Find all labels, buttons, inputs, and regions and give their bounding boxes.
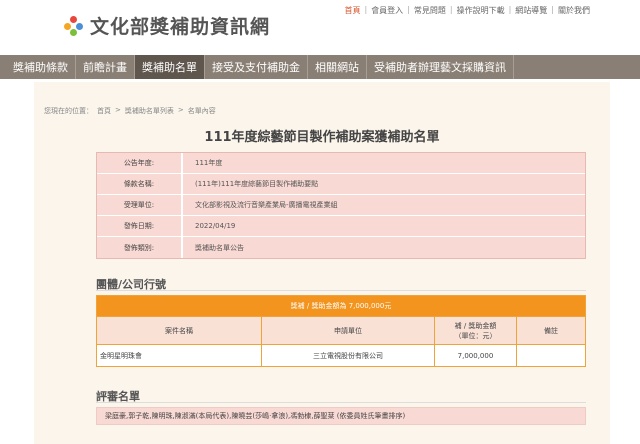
logo-icon [64,15,84,36]
breadcrumb-home[interactable]: 首頁 [97,106,111,116]
section-divider [96,402,586,403]
column-header-note: 備註 [544,326,558,335]
nav-item-related-sites[interactable]: 相關網站 [308,55,367,79]
top-links: 首頁 | 會員登入 | 常見問題 | 操作說明下載 | 網站導覽 | 關於我們 [344,5,590,16]
breadcrumb-separator: > [115,106,121,114]
top-link-home[interactable]: 首頁 [344,5,360,16]
info-label: 條款名稱: [97,174,183,194]
info-row-date: 發佈日期: 2022/04/19 [97,216,585,237]
page-title: 111年度綜藝節目製作補助案獲補助名單 [204,130,440,145]
breadcrumb-current: 名單內容 [187,107,216,115]
column-header-applicant: 申請單位 [262,317,435,344]
info-table: 公告年度: 111年度 條款名稱: (111年)111年度綜藝節目製作補助要點 … [96,152,586,259]
info-label: 受理單位: [97,195,183,215]
nav-item-procurement-info[interactable]: 受補助者辦理藝文採購資訊 [367,55,514,79]
info-value: 文化部影視及流行音樂產業局-廣播電視產業組 [195,201,338,209]
info-label: 發佈日期: [97,216,183,236]
nav-item-grant-rules[interactable]: 獎補助條款 [6,55,76,79]
info-row-unit: 受理單位: 文化部影視及流行音樂產業局-廣播電視產業組 [97,195,585,216]
column-header-amount: 補 / 獎助金額 （單位：元） [435,317,517,344]
site-header: 文化部獎補助資訊網 首頁 | 會員登入 | 常見問題 | 操作說明下載 | 網站… [0,0,640,50]
top-link-manual[interactable]: 操作說明下載 [457,5,505,16]
section-divider [96,290,586,291]
content-panel: 您現在的位置： 首頁 > 獎補助名單列表 > 名單內容 111年度綜藝節目製作補… [34,82,610,444]
grant-total: 獎補 / 獎助金額為 7,000,000元 [97,296,585,316]
nav-item-grant-list[interactable]: 獎補助名單 [135,55,205,79]
nav-item-forward-plan[interactable]: 前瞻計畫 [76,55,135,79]
breadcrumb-grant-list[interactable]: 獎補助名單列表 [125,106,174,116]
grant-table-header: 案件名稱 申請單位 補 / 獎助金額 （單位：元） 備註 [97,316,585,344]
nav-item-receive-payment[interactable]: 接受及支付補助金 [205,55,308,79]
cell-note [517,345,585,366]
review-members: 梁庭豪,郭子乾,陳明珠,陳淑滿(本局代表),陳曉芸(莎嶋‧拿浪),馮勃棣,薛聖棻… [96,407,586,425]
cell-amount: 7,000,000 [435,345,517,366]
info-row-year: 公告年度: 111年度 [97,153,585,174]
top-link-about[interactable]: 關於我們 [558,5,590,16]
site-title: 文化部獎補助資訊網 [90,16,271,38]
column-header-case: 案件名稱 [97,317,262,344]
grant-table: 獎補 / 獎助金額為 7,000,000元 案件名稱 申請單位 補 / 獎助金額… [96,295,586,367]
site-logo[interactable]: 文化部獎補助資訊網 [64,12,270,39]
info-value: 獎補助名單公告 [195,243,244,252]
info-label: 公告年度: [97,153,183,173]
top-link-faq[interactable]: 常見問題 [414,5,446,16]
top-link-login[interactable]: 會員登入 [371,5,403,16]
info-row-category: 發佈類別: 獎補助名單公告 [97,237,585,258]
cell-applicant: 三立電視股份有限公司 [262,345,435,366]
table-row: 金明星明珠會 三立電視股份有限公司 7,000,000 [97,344,585,366]
breadcrumb: 您現在的位置： 首頁 > 獎補助名單列表 > 名單內容 [44,106,216,116]
info-value: (111年)111年度綜藝節目製作補助要點 [195,180,319,188]
info-value: 2022/04/19 [195,222,236,230]
info-value: 111年度 [195,159,223,167]
main-nav: 獎補助條款 前瞻計畫 獎補助名單 接受及支付補助金 相關網站 受補助者辦理藝文採… [0,55,640,79]
breadcrumb-separator: > [177,106,184,114]
info-label: 發佈類別: [97,237,183,258]
cell-case: 金明星明珠會 [97,345,262,366]
info-row-rule: 條款名稱: (111年)111年度綜藝節目製作補助要點 [97,174,585,195]
breadcrumb-prefix: 您現在的位置： [44,107,93,115]
top-link-sitemap[interactable]: 網站導覽 [515,5,547,16]
